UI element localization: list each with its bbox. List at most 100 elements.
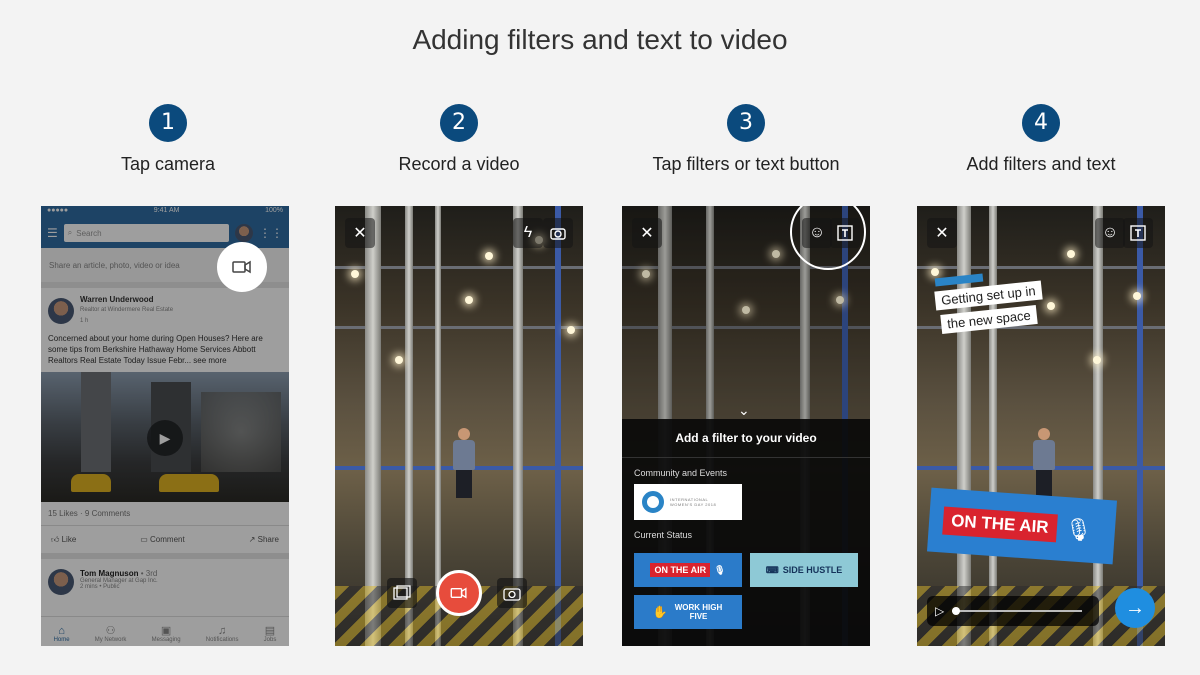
share-prompt: Share an article, photo, video or idea [49,260,180,270]
home-icon: ⌂ [58,625,65,637]
step-1: 1 Tap camera [68,104,268,175]
briefcase-icon: ▤ [264,625,276,637]
comment-button[interactable]: ▭ Comment [140,534,184,545]
author-avatar [48,297,74,324]
section-heading: Community and Events [634,468,728,478]
profile-avatar[interactable] [235,224,253,242]
building-shape [81,372,111,472]
person-figure [1033,428,1055,498]
tab-label: Notifications [205,637,239,643]
search-input[interactable]: ⌕ Search [63,224,229,242]
filter-sticker-icon[interactable]: ☺ [802,218,832,248]
microphone-icon: 🎙︎ [1063,516,1094,543]
on-air-label: ON THE AIR [942,506,1058,543]
step-4: 4 Add filters and text [941,104,1141,175]
iwd-text: INTERNATIONAL WOMEN'S DAY 2018 [670,497,717,507]
feed-post-2: Tom Magnuson • 3rd General Manager at Ga… [41,565,289,599]
phone-record-screen: ✕ ϟ [335,206,583,646]
author-headline: Realtor at Windermere Real Estate [80,307,174,313]
share-button[interactable]: ↗ Share [249,534,279,545]
step-label: Tap camera [120,154,216,174]
filter-label: SIDE HUSTLE [782,565,843,575]
tab-home[interactable]: ⌂ Home [54,625,70,643]
step-2: 2 Record a video [359,104,559,175]
tab-messaging[interactable]: ▣ Messaging [152,624,181,643]
battery-indicator: 100% [265,207,283,214]
step-number: 4 [1022,104,1060,142]
post-text[interactable]: Concerned about your home during Open Ho… [48,333,282,366]
chevron-down-icon[interactable]: ⌄ [738,402,750,419]
comment-label: Comment [150,535,185,544]
close-icon[interactable]: ✕ [927,218,957,248]
photo-camera-icon[interactable] [497,578,527,608]
close-icon[interactable]: ✕ [345,218,375,248]
gallery-icon[interactable] [387,578,417,608]
filter-sticker-icon[interactable]: ☺ [1095,218,1125,248]
video-camera-icon [450,587,467,599]
share-label: Share [257,535,279,544]
smoke-shape [201,392,281,472]
close-icon[interactable]: ✕ [632,218,662,248]
post-video[interactable]: ▶ [41,372,289,502]
page-title: Adding filters and text to video [412,24,788,55]
post-time: 2 mins • Public [80,584,120,590]
message-icon: ▣ [160,625,172,637]
phone-feed-screen: ●●●●● 9:41 AM 100% ☰ ⌕ Search ⋮⋮ Share a… [41,206,289,646]
tab-label: Messaging [151,637,181,643]
switch-camera-icon[interactable] [543,218,573,248]
high-five-icon: ✋ [652,605,668,619]
camera-button[interactable] [217,242,267,292]
taxi-shape [71,474,111,492]
author-avatar [48,569,74,595]
sheet-title: Add a filter to your video [622,419,870,458]
on-air-sticker[interactable]: ON THE AIR 🎙︎ [926,487,1118,565]
step-3: 3 Tap filters or text button [616,104,876,175]
flash-icon[interactable]: ϟ [513,218,543,248]
filter-work-high-five[interactable]: ✋ WORK HIGH FIVE [634,595,742,629]
post-counts: 15 Likes · 9 Comments [41,502,289,526]
post-author[interactable]: Warren Underwood Realtor at Windermere R… [48,294,282,327]
person-figure [453,428,475,498]
text-tool-icon[interactable] [1123,218,1153,248]
people-icon: ⚇ [105,625,116,637]
post-time: 1 h [80,318,89,324]
filter-sheet: Add a filter to your video Community and… [622,419,870,646]
section-heading: Current Status [634,530,693,540]
iwd-logo-icon [642,491,664,513]
phone-edit-screen: ✕ ☺ Getting set up in the new space ON T… [917,206,1165,646]
record-button[interactable] [436,570,482,616]
comments-count[interactable]: 9 Comments [85,509,130,518]
taxi-shape [159,474,219,492]
text-tool-icon[interactable] [830,218,860,248]
step-label: Record a video [398,154,520,174]
tab-my-network[interactable]: ⚇ My Network [95,624,127,643]
play-icon[interactable]: ▷ [935,604,944,618]
play-icon[interactable]: ▶ [147,420,183,456]
scrubber-track[interactable] [952,607,1083,615]
comment-icon: ▭ [140,535,151,544]
tab-jobs[interactable]: ▤ Jobs [264,624,277,643]
step-number: 3 [727,104,765,142]
post-actions: 👍︎ Like ▭ Comment ↗ Share [41,526,289,559]
share-icon: ↗ [248,535,258,544]
tab-notifications[interactable]: ♫ Notifications [206,625,239,643]
clock: 9:41 AM [153,207,180,214]
like-button[interactable]: 👍︎ Like [51,534,76,545]
filter-label: WORK HIGH FIVE [674,603,723,621]
next-arrow-button[interactable]: → [1115,588,1155,628]
step-label: Tap filters or text button [652,154,840,174]
filter-on-the-air[interactable]: ON THE AIR 🎙︎ [634,553,742,587]
scrubber-knob[interactable] [952,607,961,615]
like-label: Like [61,535,77,544]
arrow-right-icon: → [1125,596,1145,619]
author-name[interactable]: Tom Magnuson [80,569,139,578]
video-camera-icon [232,260,251,274]
microphone-icon: 🎙︎ [714,564,726,575]
menu-icon[interactable]: ☰ [47,226,58,240]
apps-grid-icon[interactable]: ⋮⋮ [259,226,283,240]
likes-count[interactable]: 15 Likes [48,509,78,518]
bottom-tab-bar: ⌂ Home ⚇ My Network ▣ Messaging ♫ Notificati… [41,616,289,646]
person-laptop-icon: ⌨ [765,564,779,575]
filter-womens-day[interactable]: INTERNATIONAL WOMEN'S DAY 2018 [634,484,742,520]
filter-side-hustle[interactable]: ⌨ SIDE HUSTLE [750,553,858,587]
